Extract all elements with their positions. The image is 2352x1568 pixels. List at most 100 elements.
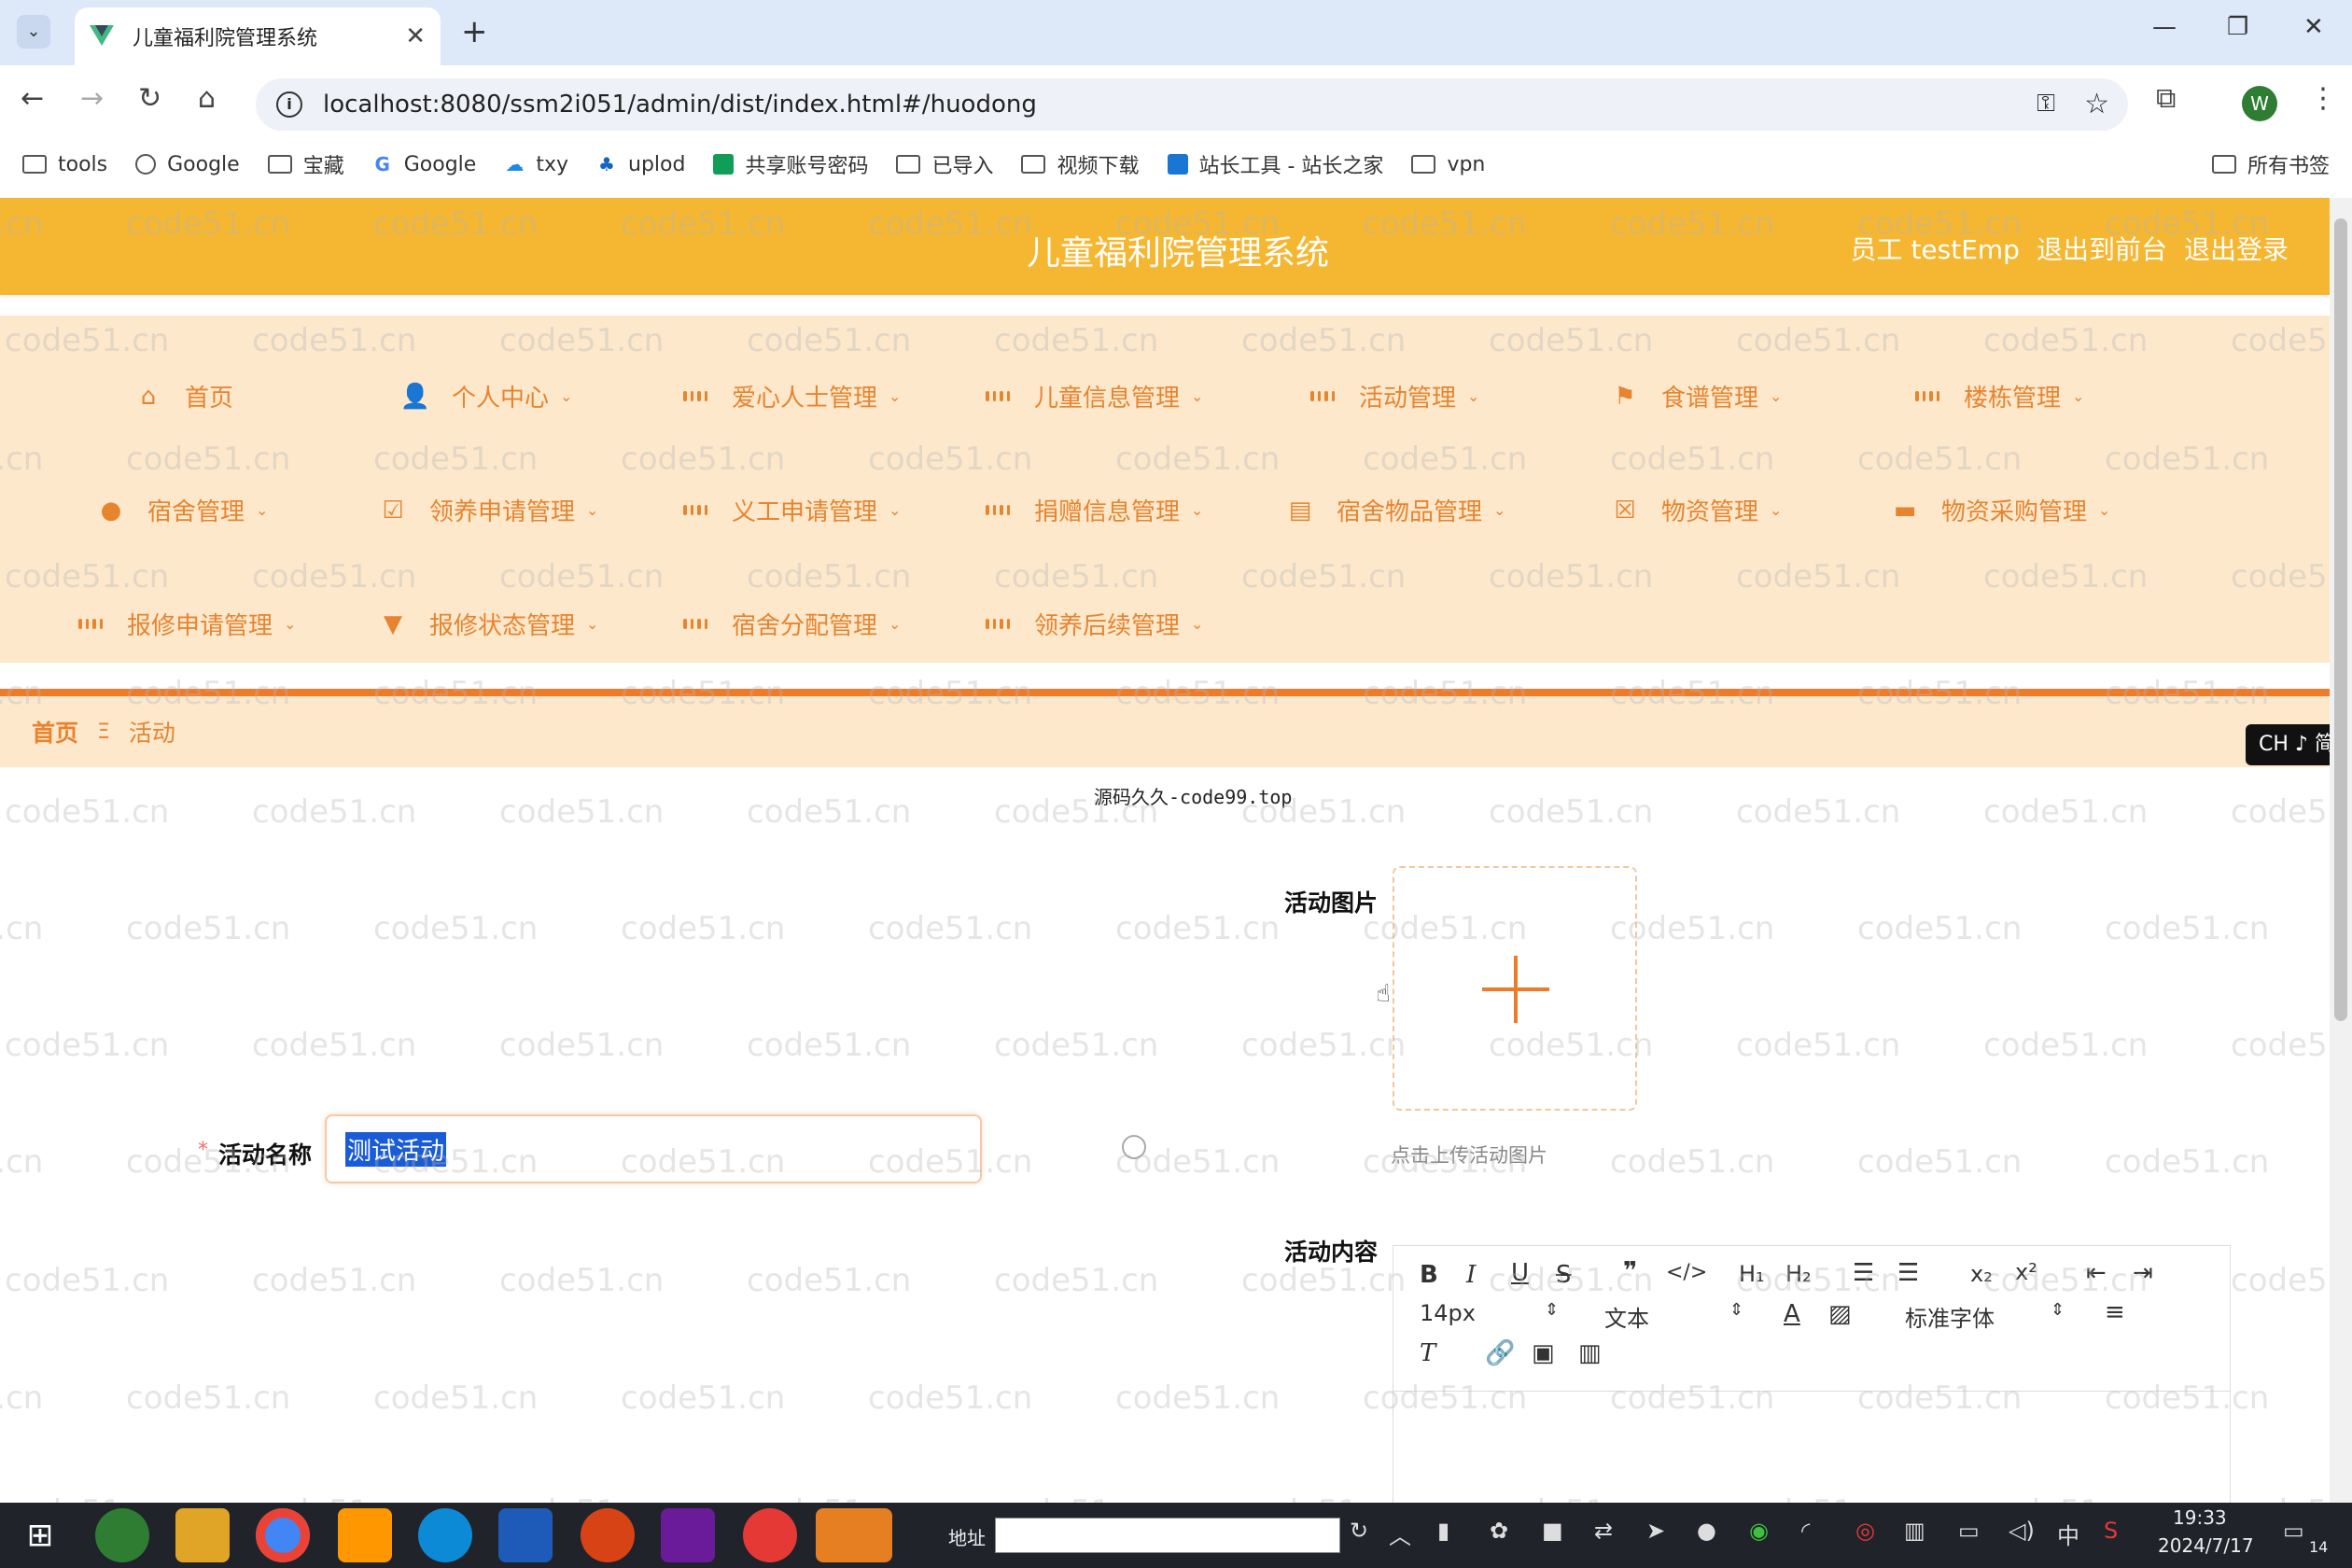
align-icon[interactable]: ≡ [2105, 1298, 2125, 1326]
password-key-icon[interactable]: ⚿ [2037, 90, 2055, 119]
bookmark-tools[interactable]: tools [22, 153, 107, 176]
bookmark-chinaz[interactable]: 站长工具 - 站长之家 [1167, 149, 1383, 179]
menu-dorm-items[interactable]: ▤ 宿舍物品管理 ⌄ [1288, 493, 1506, 527]
bold-icon[interactable]: B [1420, 1261, 1438, 1289]
ime-status[interactable]: 中 [2057, 1518, 2079, 1550]
strike-icon[interactable]: S [1556, 1261, 1572, 1289]
bookmark-google-1[interactable]: Google [135, 153, 240, 176]
menu-donations[interactable]: 捐赠信息管理 ⌄ [986, 493, 1203, 527]
image-icon[interactable]: ▣ [1532, 1339, 1555, 1367]
address-bar[interactable]: i localhost:8080/ssm2i051/admin/dist/ind… [256, 78, 2128, 131]
profile-avatar[interactable]: W [2242, 86, 2277, 121]
menu-supplies[interactable]: ☒ 物资管理 ⌄ [1613, 493, 1782, 527]
clear-format-icon[interactable]: T [1420, 1339, 1435, 1367]
netease-music-icon[interactable] [743, 1508, 797, 1562]
quote-icon[interactable]: ❞ [1623, 1257, 1637, 1285]
menu-volunteer-applications[interactable]: 义工申请管理 ⌄ [683, 493, 901, 527]
wifi-icon[interactable]: ◜ [1801, 1518, 1810, 1544]
home-icon[interactable]: ⌂ [198, 82, 216, 115]
logout-link[interactable]: 退出登录 [2184, 230, 2289, 267]
font-family-select[interactable]: 标准字体 ⇕ [1905, 1300, 2065, 1333]
restore-icon[interactable]: ❐ [2227, 13, 2248, 41]
taskbar-address-input[interactable] [995, 1518, 1340, 1553]
menu-repair-status[interactable]: ▼ 报修状态管理 ⌄ [381, 607, 598, 641]
underline-icon[interactable]: U [1511, 1259, 1529, 1287]
activity-name-input[interactable]: 测试活动 [325, 1114, 982, 1183]
subscript-icon[interactable]: x₂ [1970, 1261, 1993, 1287]
bookmark-uplod[interactable]: ♣ uplod [596, 153, 685, 176]
tab-search-button[interactable]: ⌄ [17, 15, 50, 49]
bullet-list-icon[interactable]: ☰ [1897, 1259, 1919, 1287]
new-tab-button[interactable]: + [461, 13, 488, 50]
background-color-icon[interactable]: ▨ [1828, 1300, 1852, 1328]
font-size-select[interactable]: 14px ⇕ [1420, 1300, 1559, 1326]
file-explorer-icon[interactable] [175, 1508, 230, 1562]
sublime-icon[interactable] [338, 1508, 392, 1562]
tray-app-icon[interactable]: ◎ [1855, 1518, 1875, 1544]
app-icon-3[interactable] [581, 1508, 635, 1562]
indent-icon[interactable]: ⇥ [2133, 1259, 2153, 1287]
bookmark-txy[interactable]: ☁ txy [504, 153, 568, 176]
video-icon[interactable]: ▥ [1578, 1339, 1602, 1367]
bookmark-imported[interactable]: 已导入 [896, 149, 993, 179]
outdent-icon[interactable]: ⇤ [2086, 1259, 2107, 1287]
extensions-icon[interactable]: ⧉ [2156, 82, 2176, 115]
edge-icon[interactable] [418, 1508, 472, 1562]
app-icon-2[interactable] [498, 1508, 553, 1562]
clear-icon[interactable] [1122, 1135, 1146, 1159]
sogou-icon[interactable]: S [2104, 1518, 2118, 1544]
intellij-icon[interactable] [661, 1508, 715, 1562]
scrollbar-thumb[interactable] [2334, 218, 2347, 1021]
bookmark-vpn[interactable]: vpn [1411, 153, 1485, 176]
ordered-list-icon[interactable]: ☰ [1853, 1259, 1874, 1287]
menu-donors[interactable]: 爱心人士管理 ⌄ [683, 379, 901, 413]
menu-repair-applications[interactable]: 报修申请管理 ⌄ [78, 607, 296, 641]
tray-app-icon[interactable]: ● [1697, 1518, 1716, 1544]
menu-recipes[interactable]: ⚑ 食谱管理 ⌄ [1613, 379, 1782, 413]
tray-app-icon[interactable]: ■ [1542, 1518, 1563, 1544]
all-bookmarks[interactable]: 所有书签 [2211, 140, 2330, 189]
breadcrumb-home[interactable]: 首页 [32, 715, 78, 749]
back-to-front-link[interactable]: 退出到前台 [2037, 230, 2167, 267]
chrome-icon[interactable] [256, 1508, 310, 1562]
menu-dorm-allocation[interactable]: 宿舍分配管理 ⌄ [683, 607, 901, 641]
bookmark-google-2[interactable]: G Google [372, 153, 477, 176]
close-tab-icon[interactable]: ✕ [405, 22, 426, 50]
reload-icon[interactable]: ↻ [138, 82, 161, 115]
menu-buildings[interactable]: 楼栋管理 ⌄ [1915, 379, 2084, 413]
code-icon[interactable]: </> [1666, 1261, 1707, 1284]
tray-app-icon[interactable]: ➤ [1646, 1518, 1665, 1544]
format-select[interactable]: 文本 ⇕ [1604, 1300, 1743, 1333]
windows-start-icon[interactable]: ⊞ [13, 1508, 67, 1562]
menu-personal-center[interactable]: 👤 个人中心 ⌄ [400, 379, 573, 413]
link-icon[interactable]: 🔗 [1485, 1339, 1515, 1367]
bookmark-shared-accounts[interactable]: 共享账号密码 [713, 149, 868, 179]
tray-app-icon[interactable]: ▥ [1904, 1518, 1925, 1544]
menu-adoption-followup[interactable]: 领养后续管理 ⌄ [986, 607, 1203, 641]
h2-icon[interactable]: H₂ [1785, 1261, 1812, 1287]
tray-app-icon[interactable]: ⇄ [1594, 1518, 1613, 1544]
page-scrollbar[interactable] [2330, 198, 2352, 1503]
menu-adoption-applications[interactable]: ☑ 领养申请管理 ⌄ [381, 493, 598, 527]
bookmark-video[interactable]: 视频下载 [1021, 149, 1140, 179]
refresh-icon[interactable]: ↻ [1350, 1518, 1368, 1544]
forward-icon[interactable]: → [80, 82, 104, 115]
tray-expand-icon[interactable]: ︿ [1389, 1518, 1411, 1550]
image-upload-box[interactable] [1393, 866, 1637, 1111]
notification-icon[interactable]: ▭ [2283, 1518, 2304, 1544]
menu-home[interactable]: ⌂ 首页 [136, 379, 233, 413]
tray-app-icon[interactable]: ✿ [1490, 1518, 1508, 1544]
font-color-icon[interactable]: A [1784, 1300, 1800, 1328]
wechat-icon[interactable]: ◉ [1749, 1518, 1769, 1544]
battery-icon[interactable]: ▭ [1958, 1518, 1980, 1544]
back-icon[interactable]: ← [21, 82, 44, 115]
menu-dorms[interactable]: ● 宿舍管理 ⌄ [99, 493, 269, 527]
browser-tab[interactable]: 儿童福利院管理系统 ✕ [75, 7, 441, 65]
menu-activities[interactable]: 活动管理 ⌄ [1310, 379, 1479, 413]
close-window-icon[interactable]: ✕ [2303, 13, 2324, 41]
app-360-icon[interactable] [95, 1508, 149, 1562]
superscript-icon[interactable]: x² [2015, 1259, 2037, 1285]
bookmark-star-icon[interactable]: ☆ [2084, 88, 2109, 120]
rich-text-editor[interactable]: B I U S ❞ </> H₁ H₂ ☰ ☰ x₂ x² ⇤ ⇥ 14px ⇕ … [1393, 1245, 2231, 1525]
menu-supply-purchases[interactable]: ▬ 物资采购管理 ⌄ [1893, 493, 2111, 527]
